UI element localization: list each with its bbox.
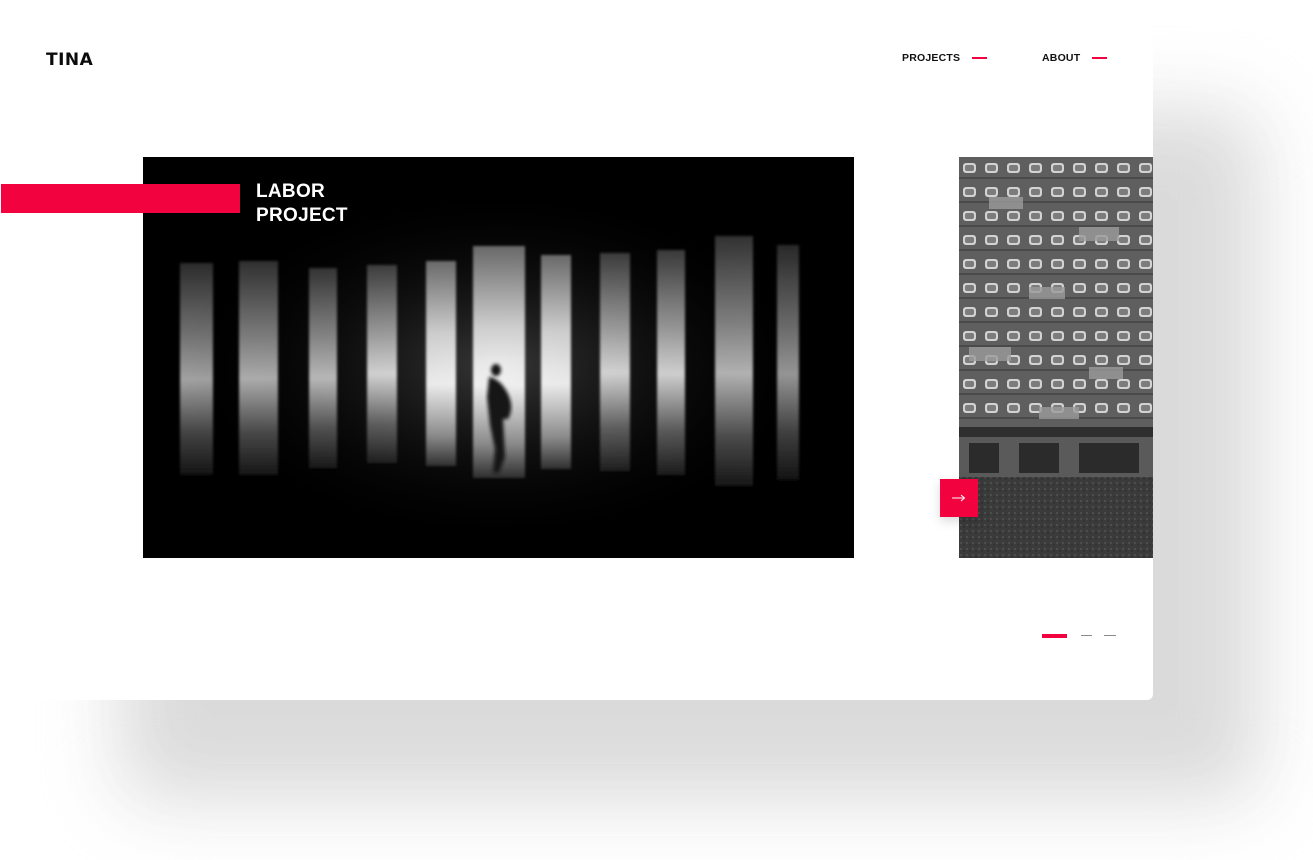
pagination-dash-3[interactable]: [1104, 635, 1116, 636]
pagination-dash-1[interactable]: [1042, 634, 1067, 638]
site-logo[interactable]: TINA: [46, 50, 93, 70]
nav-about-label: ABOUT: [1042, 52, 1081, 64]
next-project-preview[interactable]: [959, 157, 1153, 558]
page-stage: TINA PROJECTS ABOUT LABOR PROJECT: [0, 0, 1313, 860]
nav-projects-label: PROJECTS: [902, 52, 961, 64]
nav-item-about[interactable]: ABOUT: [1042, 50, 1108, 66]
site-card: TINA PROJECTS ABOUT LABOR PROJECT: [0, 0, 1153, 700]
pagination-dash-2[interactable]: [1081, 635, 1092, 636]
nav-item-projects[interactable]: PROJECTS: [902, 50, 988, 66]
nav-about-dash: [1092, 57, 1108, 59]
hero-accent-bar: [1, 184, 240, 213]
hero-image[interactable]: [143, 157, 854, 558]
hero-title-line2: PROJECT: [256, 205, 348, 226]
next-project-preview-svg: [959, 157, 1153, 558]
nav-projects-dash: [972, 57, 988, 59]
hero-image-svg: [143, 157, 854, 558]
hero-title-line1: LABOR: [256, 181, 326, 202]
hero-title[interactable]: LABOR PROJECT: [256, 180, 348, 228]
arrow-right-icon: [952, 494, 966, 502]
next-slide-button[interactable]: [940, 479, 978, 517]
